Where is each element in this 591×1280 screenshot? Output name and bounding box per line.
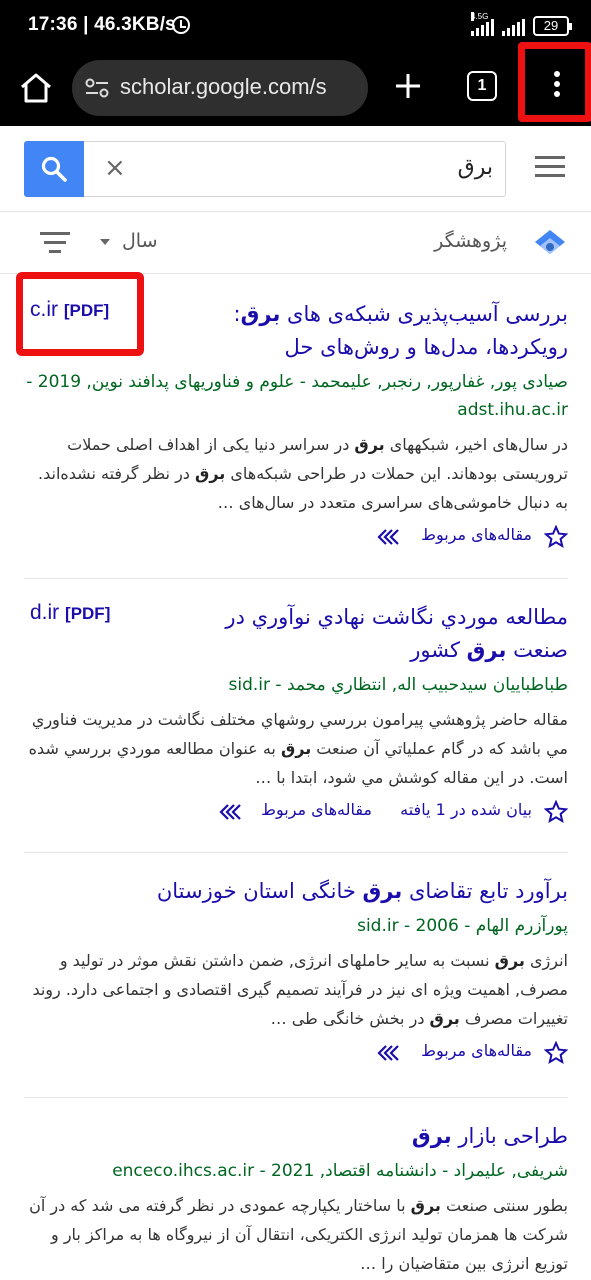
- search-icon: [41, 156, 67, 182]
- cited-by-link[interactable]: بیان شده در 1 یافته: [400, 800, 532, 819]
- result-title[interactable]: طراحی بازار برق: [24, 1120, 568, 1153]
- overflow-menu-button[interactable]: [518, 42, 591, 122]
- result-authors: پورآزرم الهام - 2006 - sid.ir: [357, 916, 568, 936]
- result-title-line2[interactable]: رویکردها، مدل‌ها و روش‌های حل: [24, 331, 568, 364]
- result-item: طراحی بازار برق شریفی, علیمراد - دانشنام…: [24, 1120, 568, 1278]
- filter-icon[interactable]: [40, 232, 70, 254]
- related-articles-link[interactable]: مقاله‌های مربوط: [261, 800, 372, 819]
- result-item: مطالعه موردي نگاشت نهادي نوآوري در صنعت …: [24, 601, 568, 828]
- scholar-search-header: × برق: [0, 126, 591, 212]
- divider: [24, 852, 568, 853]
- versions-icon[interactable]: [376, 1044, 400, 1062]
- chevron-down-icon[interactable]: [100, 239, 110, 245]
- result-authors: طباطبايیان سيدحبيب اله, انتظاري محمد - s…: [228, 675, 569, 695]
- result-snippet: مقاله حاضر پژوهشي پيرامون بررسي روشهاي م…: [28, 710, 568, 787]
- filter-row: سال پژوهشگر: [0, 212, 591, 274]
- menu-icon[interactable]: [535, 156, 565, 178]
- tab-switcher-button[interactable]: 1: [467, 71, 497, 101]
- result-title[interactable]: برآورد تابع تقاضای برق خانگی استان خوزست…: [24, 875, 568, 908]
- new-tab-icon[interactable]: [392, 70, 424, 102]
- result-item: بررسی آسیب‌پذیری شبکه‌ی های برق: رویکرده…: [24, 298, 568, 553]
- network-type: 4.5G: [471, 12, 489, 21]
- divider: [24, 578, 568, 579]
- search-query: برق: [457, 155, 493, 180]
- result-authors: شریفی, علیمراد - دانشنامه اقتصاد, 2021 -…: [112, 1161, 568, 1181]
- result-snippet: بطور سنتی صنعت برق با ساختار یکپارچه عمو…: [29, 1196, 568, 1273]
- status-bar: 17:36 | 46.3KB/s 4.5G 29: [0, 0, 591, 52]
- site-settings-icon[interactable]: [84, 77, 110, 99]
- result-snippet: انرژی برق نسبت به سایر حاملهای انرژی, ضم…: [32, 951, 568, 1028]
- result-actions: مقاله‌های مربوط: [24, 1039, 568, 1069]
- battery-icon: 29: [533, 16, 572, 36]
- signal-icon: 4.5G: [471, 12, 494, 36]
- versions-icon[interactable]: [376, 528, 400, 546]
- related-articles-link[interactable]: مقاله‌های مربوط: [421, 525, 532, 544]
- result-item: برآورد تابع تقاضای برق خانگی استان خوزست…: [24, 875, 568, 1069]
- clear-icon[interactable]: ×: [104, 153, 126, 183]
- result-authors: صیادی پور, غفارپور, رنجبر, علیمحمد - علو…: [26, 372, 568, 420]
- result-title[interactable]: بررسی آسیب‌پذیری شبکه‌ی های برق:: [24, 298, 568, 331]
- search-input[interactable]: × برق: [84, 141, 506, 197]
- url-text: scholar.google.com/s: [120, 74, 327, 99]
- divider: [24, 1097, 568, 1098]
- star-icon[interactable]: [544, 525, 568, 549]
- result-actions: بیان شده در 1 یافته مقاله‌های مربوط: [24, 798, 568, 828]
- search-button[interactable]: [24, 141, 84, 197]
- scholar-logo-icon: [535, 230, 565, 254]
- alarm-icon: [172, 16, 190, 34]
- status-time-speed: 17:36 | 46.3KB/s: [28, 14, 176, 35]
- address-bar[interactable]: scholar.google.com/s: [72, 60, 368, 116]
- signal-icon-2: [502, 18, 525, 36]
- star-icon[interactable]: [544, 800, 568, 824]
- result-title[interactable]: مطالعه موردي نگاشت نهادي نوآوري در صنعت …: [24, 601, 568, 667]
- home-icon[interactable]: [18, 70, 54, 106]
- researcher-filter[interactable]: پژوهشگر: [434, 230, 507, 252]
- versions-icon[interactable]: [218, 803, 242, 821]
- browser-toolbar: scholar.google.com/s 1: [0, 42, 591, 126]
- result-actions: مقاله‌های مربوط: [24, 523, 568, 553]
- status-right-group: 4.5G 29: [471, 12, 572, 36]
- more-vert-icon: [554, 71, 560, 77]
- related-articles-link[interactable]: مقاله‌های مربوط: [421, 1041, 532, 1060]
- result-snippet: در سال‌های اخیر، شبکههای برق در سراسر دن…: [38, 435, 568, 512]
- year-filter[interactable]: سال: [122, 230, 158, 252]
- star-icon[interactable]: [544, 1041, 568, 1065]
